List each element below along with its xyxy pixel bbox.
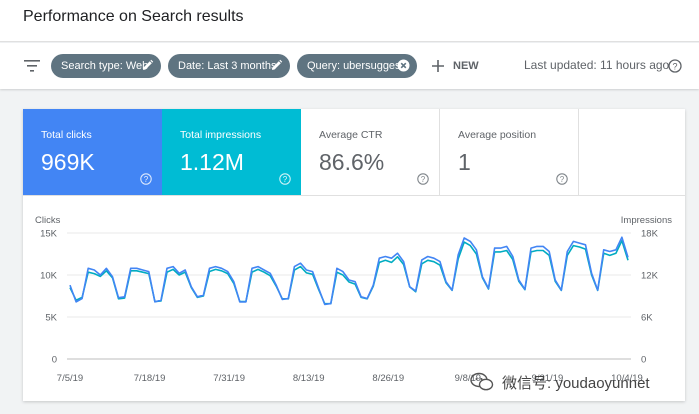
chip-date-label: Date: Last 3 months bbox=[178, 60, 277, 72]
metric-value: 969K bbox=[41, 149, 95, 175]
y-tick-label-right: 18K bbox=[641, 229, 659, 240]
help-icon[interactable]: ? bbox=[140, 173, 152, 185]
x-tick-label: 8/26/19 bbox=[372, 373, 404, 384]
plus-icon bbox=[432, 60, 444, 72]
filter-icon[interactable] bbox=[24, 59, 40, 73]
svg-text:?: ? bbox=[421, 175, 426, 184]
x-tick-label: 7/31/19 bbox=[213, 373, 245, 384]
svg-text:?: ? bbox=[144, 175, 149, 184]
metric-total-clicks[interactable]: Total clicks 969K ? bbox=[23, 109, 162, 195]
help-icon[interactable]: ? bbox=[556, 173, 568, 185]
pencil-icon[interactable] bbox=[270, 59, 283, 72]
x-tick-label: 7/18/19 bbox=[134, 373, 166, 384]
svg-text:?: ? bbox=[283, 175, 288, 184]
y-tick-label-left: 5K bbox=[45, 313, 57, 324]
chip-search-type-label: Search type: Web bbox=[61, 60, 149, 72]
series-line-clicks bbox=[69, 236, 629, 306]
metric-label: Total impressions bbox=[180, 129, 262, 141]
close-circle-icon[interactable] bbox=[397, 59, 410, 72]
last-updated: Last updated: 11 hours ago bbox=[524, 58, 670, 72]
x-tick-label: 7/5/19 bbox=[57, 373, 83, 384]
metric-total-impressions[interactable]: Total impressions 1.12M ? bbox=[162, 109, 301, 195]
filter-bar: Search type: Web Date: Last 3 months Que… bbox=[0, 43, 699, 89]
new-filter-label: NEW bbox=[453, 60, 479, 72]
help-icon[interactable]: ? bbox=[417, 173, 429, 185]
svg-text:?: ? bbox=[560, 175, 565, 184]
metric-value: 1 bbox=[458, 149, 471, 175]
metric-average-position[interactable]: Average position 1 ? bbox=[440, 109, 579, 195]
wechat-icon bbox=[470, 372, 494, 391]
y-tick-label-left: 0 bbox=[52, 355, 57, 366]
metric-value: 1.12M bbox=[180, 149, 244, 175]
left-axis-label: Clicks bbox=[35, 215, 61, 226]
metric-label: Average position bbox=[458, 129, 537, 141]
page-title: Performance on Search results bbox=[23, 8, 244, 25]
pencil-icon[interactable] bbox=[141, 59, 154, 72]
y-tick-label-right: 6K bbox=[641, 313, 653, 324]
chip-date[interactable]: Date: Last 3 months bbox=[168, 54, 290, 78]
metric-label: Total clicks bbox=[41, 129, 92, 141]
y-tick-label-right: 0 bbox=[641, 355, 646, 366]
chip-query-label: Query: ubersuggest bbox=[307, 60, 404, 72]
chip-search-type[interactable]: Search type: Web bbox=[51, 54, 161, 78]
x-tick-label: 8/13/19 bbox=[293, 373, 325, 384]
help-icon[interactable]: ? bbox=[279, 173, 291, 185]
right-axis-label: Impressions bbox=[621, 215, 672, 226]
y-tick-label-left: 15K bbox=[40, 229, 58, 240]
page-header: Performance on Search results bbox=[0, 0, 699, 42]
svg-text:?: ? bbox=[672, 61, 677, 71]
metric-average-ctr[interactable]: Average CTR 86.6% ? bbox=[301, 109, 440, 195]
performance-card: Total clicks 969K ? Total impressions 1.… bbox=[23, 109, 685, 401]
watermark-text: 微信号: youdaoyunnet bbox=[502, 375, 650, 392]
y-tick-label-right: 12K bbox=[641, 271, 659, 282]
performance-chart: Clicks Impressions 15K 10K 5K 0 18K 12K 6K 0 7… bbox=[23, 195, 685, 401]
y-tick-label-left: 10K bbox=[40, 271, 58, 282]
metric-label: Average CTR bbox=[319, 129, 383, 141]
help-icon[interactable]: ? bbox=[668, 59, 682, 73]
chip-query[interactable]: Query: ubersuggest bbox=[297, 54, 417, 78]
metric-value: 86.6% bbox=[319, 149, 385, 175]
